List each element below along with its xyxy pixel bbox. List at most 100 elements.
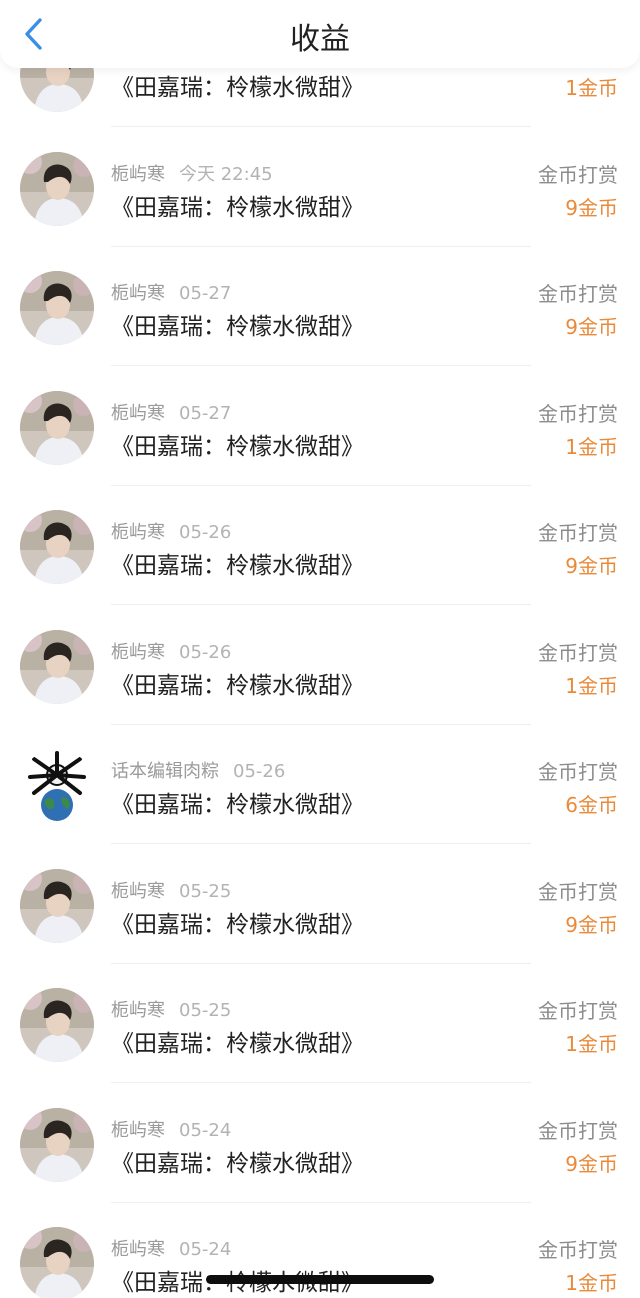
income-row[interactable]: 栀屿寒05-24《田嘉瑞：柃檬水微甜》金币打赏1金币	[0, 1225, 640, 1298]
row-divider	[111, 365, 531, 366]
work-title: 《田嘉瑞：柃檬水微甜》	[111, 433, 364, 460]
user-name: 栀屿寒	[111, 1000, 165, 1021]
work-title: 《田嘉瑞：柃檬水微甜》	[111, 792, 364, 818]
row-divider	[111, 604, 531, 605]
income-type: 金币打赏	[538, 879, 618, 904]
avatar[interactable]	[20, 988, 94, 1062]
user-avatar-photo	[20, 1227, 94, 1298]
avatar[interactable]	[20, 390, 94, 465]
row-divider	[111, 1201, 531, 1203]
user-avatar-photo	[20, 1107, 94, 1182]
row-date: 05-27	[179, 402, 232, 424]
avatar[interactable]	[20, 510, 94, 584]
coin-amount: 9金币	[565, 1151, 618, 1176]
coin-amount: 1金币	[565, 76, 618, 100]
income-row[interactable]: 栀屿寒 05-26 《田嘉瑞：柃檬水微甜》 金币打赏 1金币	[0, 628, 640, 748]
row-divider	[111, 723, 531, 725]
user-name: 话本编辑肉粽	[111, 761, 219, 782]
coin-amount: 1金币	[565, 434, 618, 459]
income-type: 金币打赏	[538, 1238, 618, 1262]
row-divider	[111, 843, 531, 844]
income-row[interactable]: 栀屿寒 05-27 《田嘉瑞：柃檬水微甜》 金币打赏 9金币	[0, 269, 640, 389]
income-row[interactable]: 栀屿寒 05-27 《田嘉瑞：柃檬水微甜》 金币打赏 1金币	[0, 389, 640, 509]
row-date: 05-25	[179, 880, 232, 902]
user-name: 栀屿寒	[111, 402, 165, 424]
user-avatar-photo	[20, 390, 94, 465]
income-row[interactable]: 栀屿寒 05-25 《田嘉瑞：柃檬水微甜》 金币打赏 1金币	[0, 986, 640, 1106]
row-meta: 栀屿寒 今天 22:45	[111, 160, 273, 186]
user-avatar-photo	[20, 868, 94, 943]
row-divider	[111, 1082, 531, 1083]
avatar[interactable]	[20, 1227, 94, 1298]
row-date: 05-24	[179, 1119, 232, 1141]
income-type: 金币打赏	[538, 401, 618, 426]
user-avatar-photo	[20, 151, 94, 226]
row-meta: 栀屿寒 05-27	[111, 399, 231, 425]
user-name: 栀屿寒	[111, 641, 165, 663]
row-date: 今天 22:45	[179, 163, 273, 185]
work-title: 《田嘉瑞：柃檬水微甜》	[111, 194, 364, 221]
user-name: 栀屿寒	[111, 163, 165, 185]
avatar[interactable]	[20, 1107, 94, 1182]
row-meta: 栀屿寒 05-26	[111, 638, 231, 664]
income-type: 金币打赏	[538, 999, 618, 1023]
home-indicator	[206, 1275, 434, 1284]
coin-amount: 1金币	[565, 1032, 618, 1056]
income-type: 金币打赏	[538, 1118, 618, 1143]
row-divider	[111, 484, 531, 486]
row-meta: 栀屿寒 05-26	[111, 518, 231, 544]
coin-amount: 6金币	[565, 793, 618, 817]
income-row[interactable]: 栀屿寒 05-26 《田嘉瑞：柃檬水微甜》 金币打赏 9金币	[0, 508, 640, 628]
coin-amount: 9金币	[565, 912, 618, 937]
row-meta: 话本编辑肉粽 05-26	[111, 757, 285, 783]
nav-bar: 收益	[0, 0, 640, 68]
avatar[interactable]	[20, 629, 94, 704]
row-date: 05-24	[179, 1239, 232, 1260]
income-type: 金币打赏	[538, 640, 618, 665]
work-title: 《田嘉瑞：柃檬水微甜》	[111, 75, 364, 101]
user-name: 栀屿寒	[111, 880, 165, 902]
row-divider	[111, 245, 531, 247]
coin-amount: 9金币	[565, 554, 618, 578]
work-title: 《田嘉瑞：柃檬水微甜》	[111, 553, 364, 579]
user-avatar-earth	[20, 749, 94, 823]
page-title: 收益	[290, 22, 350, 57]
coin-amount: 1金币	[565, 1271, 618, 1295]
user-avatar-photo	[20, 988, 94, 1062]
user-name: 栀屿寒	[111, 522, 165, 543]
row-meta: 栀屿寒 05-24	[111, 1116, 231, 1142]
income-row[interactable]: 栀屿寒 05-24 《田嘉瑞：柃檬水微甜》 金币打赏 9金币	[0, 1106, 640, 1226]
avatar[interactable]	[20, 868, 94, 943]
row-date: 05-26	[179, 522, 232, 543]
work-title: 《田嘉瑞：柃檬水微甜》	[111, 1031, 364, 1057]
row-date: 05-26	[179, 641, 232, 663]
row-meta: 栀屿寒 05-27	[111, 279, 231, 305]
avatar[interactable]	[20, 749, 94, 823]
income-row[interactable]: 栀屿寒 05-25 《田嘉瑞：柃檬水微甜》 金币打赏 9金币	[0, 867, 640, 987]
income-type: 金币打赏	[538, 760, 618, 784]
row-divider	[111, 126, 531, 127]
coin-amount: 9金币	[565, 195, 618, 220]
avatar[interactable]	[20, 151, 94, 226]
income-type: 金币打赏	[538, 162, 618, 187]
income-type: 金币打赏	[538, 521, 618, 545]
work-title: 《田嘉瑞：柃檬水微甜》	[111, 911, 364, 938]
coin-amount: 9金币	[565, 315, 618, 339]
row-meta: 栀屿寒 05-25	[111, 877, 231, 903]
row-date: 05-26	[233, 761, 286, 782]
user-avatar-photo	[20, 510, 94, 584]
avatar[interactable]	[20, 271, 94, 345]
user-avatar-photo	[20, 271, 94, 345]
work-title: 《田嘉瑞：柃檬水微甜》	[111, 672, 364, 699]
user-avatar-photo	[20, 629, 94, 704]
user-name: 栀屿寒	[111, 283, 165, 304]
work-title: 《田嘉瑞：柃檬水微甜》	[111, 1150, 364, 1177]
work-title: 《田嘉瑞：柃檬水微甜》	[111, 314, 364, 340]
coin-amount: 1金币	[565, 673, 618, 698]
row-divider	[111, 962, 531, 964]
row-meta: 栀屿寒 05-25	[111, 996, 231, 1022]
income-type: 金币打赏	[538, 282, 618, 306]
user-name: 栀屿寒	[111, 1239, 165, 1260]
income-row[interactable]: 栀屿寒 今天 22:45 《田嘉瑞：柃檬水微甜》 金币打赏 9金币	[0, 150, 640, 270]
income-row[interactable]: 话本编辑肉粽 05-26 《田嘉瑞：柃檬水微甜》 金币打赏 6金币	[0, 747, 640, 867]
